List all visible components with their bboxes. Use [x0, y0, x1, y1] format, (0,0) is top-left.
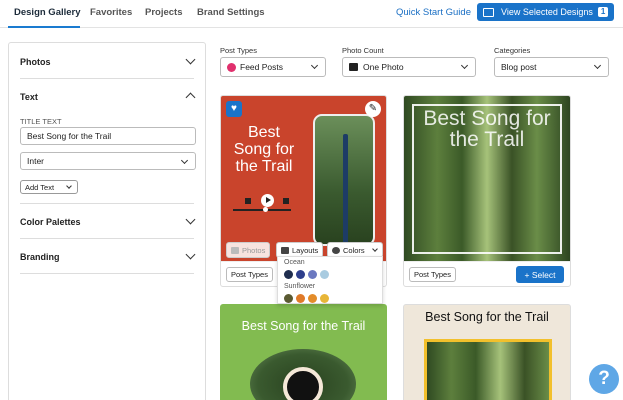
design-title-text: Best Song for the Trail: [241, 319, 366, 333]
palette-swatch[interactable]: [284, 270, 293, 279]
palette-swatch[interactable]: [308, 294, 317, 303]
design-card[interactable]: Best Song for the Trail: [220, 304, 387, 400]
design-preview: Best Song for the Trail: [404, 96, 570, 261]
design-card[interactable]: Best Song for the Trail Post Types + Sel…: [403, 95, 571, 287]
post-types-select[interactable]: Feed Posts: [220, 57, 326, 77]
palette-swatch[interactable]: [320, 270, 329, 279]
selected-count-badge: 1: [597, 7, 609, 17]
add-text-label: Add Text: [25, 183, 55, 192]
chevron-down-icon: [310, 61, 319, 70]
design-title-text: Best Song for the Trail: [233, 124, 295, 175]
color-palettes-section-header[interactable]: Color Palettes: [20, 217, 81, 227]
chevron-down-icon: [66, 183, 72, 189]
music-progress-bar: [233, 207, 291, 212]
chevron-down-icon: [460, 61, 469, 70]
text-section-header[interactable]: Text: [20, 92, 38, 102]
previous-icon: [245, 198, 251, 204]
framed-photo: [424, 339, 552, 400]
instagram-icon: [227, 62, 236, 72]
chevron-down-icon[interactable]: [185, 214, 196, 225]
layouts-button-label: Layouts: [292, 245, 319, 255]
color-palette-popover: Ocean Sunflower: [277, 256, 383, 304]
palette-icon: [332, 246, 340, 254]
palette-swatch[interactable]: [320, 294, 329, 303]
help-button[interactable]: ?: [589, 364, 619, 394]
active-tab-indicator: [8, 26, 80, 28]
categories-select[interactable]: Blog post: [494, 57, 609, 77]
divider: [20, 203, 194, 204]
progress-handle: [263, 207, 268, 212]
colors-button-label: Colors: [343, 245, 365, 255]
card-footer: Post Types + Select: [404, 261, 570, 286]
chevron-down-icon: [593, 61, 602, 70]
play-icon: [261, 194, 274, 207]
post-types-button[interactable]: Post Types: [409, 267, 456, 282]
post-types-value: Feed Posts: [240, 62, 283, 72]
post-types-button[interactable]: Post Types: [226, 267, 273, 282]
palette-name: Ocean: [284, 259, 305, 266]
tab-favorites[interactable]: Favorites: [90, 7, 132, 18]
phone-mockup: [313, 114, 375, 246]
view-selected-label: View Selected Designs: [501, 7, 593, 17]
photos-button[interactable]: Photos: [226, 242, 271, 258]
tab-projects[interactable]: Projects: [145, 7, 183, 18]
palette-swatch[interactable]: [284, 294, 293, 303]
photo-count-select[interactable]: One Photo: [342, 57, 476, 77]
divider: [20, 78, 194, 79]
design-title-text: Best Song for the Trail: [425, 310, 549, 324]
palette-swatch[interactable]: [296, 294, 305, 303]
chevron-down-icon[interactable]: [185, 54, 196, 65]
categories-value: Blog post: [501, 62, 537, 72]
edit-pencil-icon[interactable]: ✎: [365, 101, 381, 117]
post-types-label: Post Types: [220, 46, 257, 55]
design-preview: Best Song for the Trail: [221, 96, 386, 261]
customize-panel: Photos Text TITLE TEXT Best Song for the…: [8, 42, 206, 400]
photo-icon: [231, 246, 239, 254]
title-text-input[interactable]: Best Song for the Trail: [20, 127, 196, 145]
select-button[interactable]: + Select: [516, 266, 564, 283]
chevron-down-icon[interactable]: [185, 249, 196, 260]
quick-start-link[interactable]: Quick Start Guide: [396, 7, 471, 18]
add-text-dropdown[interactable]: Add Text: [20, 180, 78, 194]
photo-count-label: Photo Count: [342, 46, 384, 55]
chevron-down-icon: [372, 246, 378, 252]
palette-swatch[interactable]: [296, 270, 305, 279]
photos-button-label: Photos: [242, 245, 266, 255]
divider: [20, 238, 194, 239]
bicycle-image: [343, 134, 348, 246]
palette-name: Sunflower: [284, 283, 316, 290]
design-card[interactable]: Best Song for the Trail: [403, 304, 571, 400]
categories-label: Categories: [494, 46, 531, 55]
photos-section-header[interactable]: Photos: [20, 57, 51, 67]
tab-design-gallery[interactable]: Design Gallery: [14, 7, 81, 18]
eye-iris-graphic: [283, 367, 323, 400]
view-selected-designs-button[interactable]: View Selected Designs 1: [477, 3, 614, 21]
gallery-icon: [483, 7, 494, 17]
music-controls: [239, 194, 299, 208]
top-nav: Design Gallery Favorites Projects Brand …: [0, 0, 623, 28]
branding-section-header[interactable]: Branding: [20, 252, 60, 262]
font-select-value: Inter: [27, 156, 45, 166]
divider: [20, 273, 194, 274]
next-icon: [283, 198, 289, 204]
layout-icon: [281, 246, 289, 254]
tab-brand-settings[interactable]: Brand Settings: [197, 7, 265, 18]
title-text-label: TITLE TEXT: [20, 117, 62, 126]
font-select[interactable]: Inter: [20, 152, 196, 170]
design-title-text: Best Song for the Trail: [423, 107, 551, 151]
palette-swatch[interactable]: [308, 270, 317, 279]
photo-count-value: One Photo: [363, 62, 404, 72]
chevron-down-icon: [180, 156, 189, 165]
favorite-heart-icon[interactable]: ♥: [226, 101, 242, 117]
chevron-up-icon[interactable]: [185, 92, 196, 103]
photo-icon: [349, 63, 358, 71]
